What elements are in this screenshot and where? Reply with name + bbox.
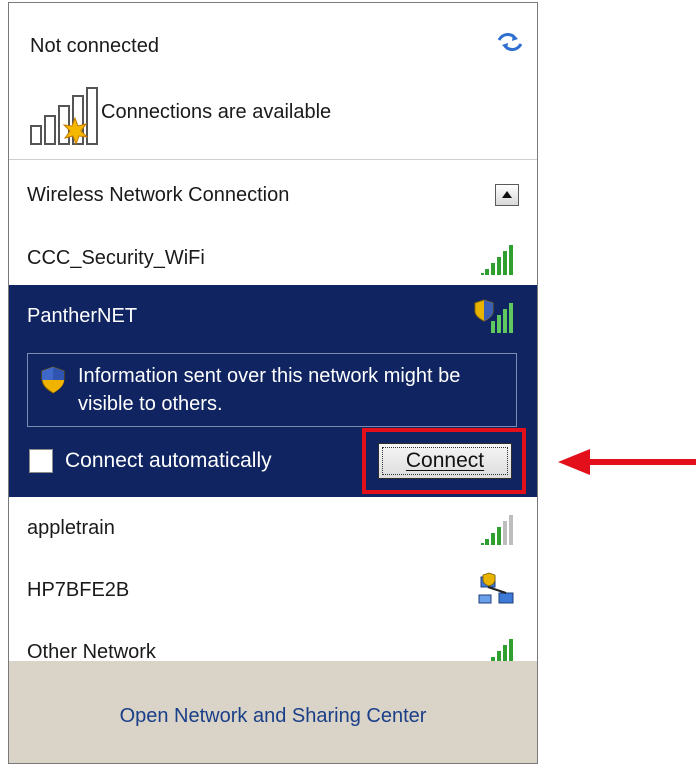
connect-highlight-box: Connect (362, 428, 526, 494)
network-item[interactable]: HP7BFE2B (9, 559, 537, 621)
connect-button[interactable]: Connect (378, 443, 512, 479)
network-flyout: Not connected Connections are available … (8, 2, 538, 764)
divider (9, 159, 537, 160)
focus-ring (382, 447, 508, 475)
network-name: appletrain (27, 517, 115, 539)
network-name: CCC_Security_WiFi (27, 247, 205, 269)
warning-text: Information sent over this network might… (78, 365, 461, 415)
security-warning: Information sent over this network might… (27, 353, 517, 427)
signal-bars-weak-icon (481, 515, 513, 545)
signal-bars-icon (481, 245, 513, 275)
connection-availability: Connections are available (101, 101, 332, 123)
adhoc-network-icon (478, 572, 514, 604)
network-name: HP7BFE2B (27, 579, 130, 601)
auto-connect-checkbox[interactable] (29, 449, 53, 473)
flyout-footer: Open Network and Sharing Center (9, 661, 537, 763)
shield-signal-bars-icon (474, 299, 513, 333)
network-name: PantherNET (27, 305, 138, 327)
auto-connect-label[interactable]: Connect automatically (65, 449, 272, 473)
network-sharing-center-link[interactable]: Open Network and Sharing Center (9, 705, 537, 728)
connection-status: Not connected (30, 35, 159, 57)
signal-bars-star-icon (30, 87, 98, 146)
section-title: Wireless Network Connection (27, 184, 290, 206)
network-refresh-icon[interactable] (497, 31, 523, 53)
network-item[interactable]: CCC_Security_WiFi (9, 227, 537, 289)
shield-warning-icon (41, 366, 65, 394)
red-arrow-annotation (558, 449, 696, 475)
network-item[interactable]: appletrain (9, 497, 537, 559)
collapse-button[interactable] (495, 184, 519, 206)
network-item-selected[interactable]: PantherNET Information sent over this ne… (9, 285, 537, 497)
